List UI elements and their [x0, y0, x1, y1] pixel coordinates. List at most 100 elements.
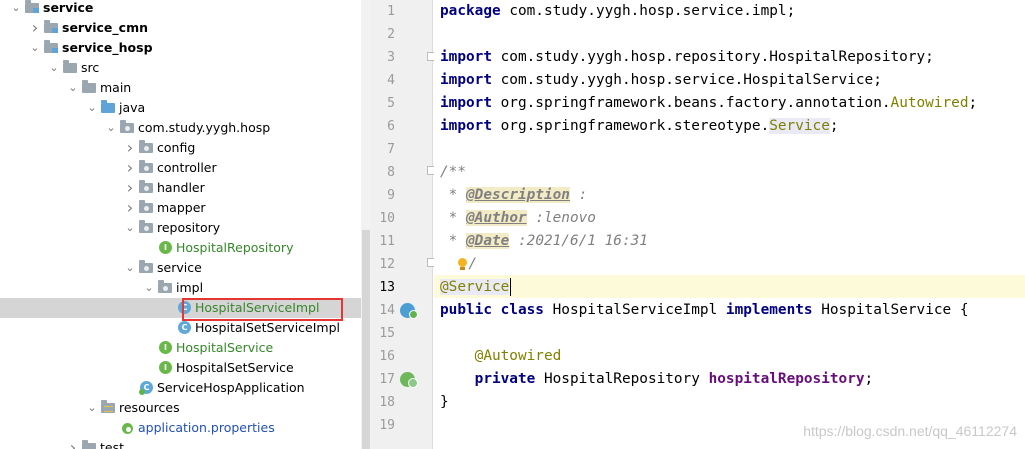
editor-gutter: 1 2 3 4 5 6 7 8 9 10 11 12 13 14 15 16 1…: [371, 0, 436, 449]
code-editor[interactable]: package com.study.yygh.hosp.service.impl…: [434, 0, 1025, 449]
line-number: 2: [387, 27, 395, 42]
tree-item[interactable]: ⌄ service_hosp: [0, 38, 361, 58]
tree-item[interactable]: › handler: [0, 178, 361, 198]
chevron-right-icon[interactable]: ›: [124, 138, 136, 158]
line-number: 14: [379, 303, 395, 318]
tree-scrollbar[interactable]: [361, 0, 371, 449]
chevron-down-icon[interactable]: ⌄: [10, 0, 22, 18]
chevron-right-icon[interactable]: ›: [124, 198, 136, 218]
package-icon: [139, 220, 154, 235]
properties-file-icon: [120, 421, 135, 435]
tree-item[interactable]: ⌄ service: [0, 258, 361, 278]
tree-item[interactable]: ⌄ com.study.yygh.hosp: [0, 118, 361, 138]
tree-item[interactable]: I HospitalSetService: [0, 358, 361, 378]
chevron-right-icon[interactable]: ›: [29, 18, 41, 38]
tree-item-label: HospitalRepository: [176, 240, 294, 255]
package-icon: [120, 120, 135, 135]
chevron-down-icon[interactable]: ⌄: [86, 398, 98, 418]
module-folder-icon: [44, 40, 59, 55]
tree-item-label: HospitalSetServiceImpl: [195, 320, 340, 335]
line-number: 1: [387, 4, 395, 19]
package-icon: [139, 200, 154, 215]
line-number: 10: [379, 211, 395, 226]
tree-item[interactable]: ⌄ main: [0, 78, 361, 98]
autowired-bean-icon[interactable]: [400, 372, 418, 388]
tree-item-label: service_hosp: [62, 40, 153, 55]
doc-text: :lenovo: [526, 210, 596, 226]
keyword: import: [440, 72, 492, 88]
folder-icon: [63, 60, 78, 75]
code-line-5: import org.springframework.beans.factory…: [440, 92, 977, 115]
tree-item-label: mapper: [157, 200, 206, 215]
class-icon: C: [177, 321, 192, 335]
class-name: HospitalServiceImpl: [543, 302, 726, 318]
tree-item[interactable]: I HospitalService: [0, 338, 361, 358]
tree-item[interactable]: C ServiceHospApplication: [0, 378, 361, 398]
tree-item[interactable]: ⌄ resources: [0, 398, 361, 418]
module-folder-icon: [25, 0, 40, 15]
tree-item[interactable]: ⌄ repository: [0, 218, 361, 238]
folder-icon: [82, 440, 97, 449]
tree-item[interactable]: › test: [0, 438, 361, 449]
interface-icon: I: [158, 361, 173, 375]
annotation-name: Autowired: [890, 95, 969, 111]
chevron-right-icon[interactable]: ›: [124, 158, 136, 178]
tree-item[interactable]: I HospitalRepository: [0, 238, 361, 258]
watermark: https://blog.csdn.net/qq_46112274: [803, 423, 1017, 439]
intention-bulb-icon[interactable]: [457, 257, 468, 271]
interface-icon: I: [158, 341, 173, 355]
tree-item[interactable]: application.properties: [0, 418, 361, 438]
chevron-down-icon[interactable]: ⌄: [105, 118, 117, 138]
tree-item[interactable]: › config: [0, 138, 361, 158]
line-number: 9: [387, 188, 395, 203]
tree-item-label: HospitalService: [176, 340, 274, 355]
doc-end: /: [468, 256, 477, 272]
line-number: 12: [379, 257, 395, 272]
code-line-11: * @Date :2021/6/1 16:31: [440, 230, 648, 253]
folder-icon: [82, 80, 97, 95]
code-line-4: import com.study.yygh.hosp.service.Hospi…: [440, 69, 882, 92]
chevron-down-icon[interactable]: ⌄: [143, 278, 155, 298]
module-folder-icon: [44, 20, 59, 35]
chevron-down-icon[interactable]: ⌄: [124, 218, 136, 238]
chevron-right-icon[interactable]: ›: [124, 178, 136, 198]
tree-item[interactable]: ⌄ java: [0, 98, 361, 118]
code-line-13: @Service: [440, 276, 512, 299]
line-number: 15: [379, 326, 395, 341]
line-number: 19: [379, 418, 395, 433]
chevron-right-icon[interactable]: ›: [67, 438, 79, 449]
tree-item[interactable]: ⌄ src: [0, 58, 361, 78]
javadoc-tag: @Date: [466, 233, 510, 249]
tree-item[interactable]: ⌄ impl: [0, 278, 361, 298]
tree-scrollbar-thumb[interactable]: [362, 230, 370, 449]
chevron-down-icon[interactable]: ⌄: [67, 78, 79, 98]
implements-marker-icon[interactable]: [400, 303, 418, 319]
tree-item-label: service_cmn: [62, 20, 148, 35]
chevron-down-icon[interactable]: ⌄: [29, 38, 41, 58]
line-number: 17: [379, 372, 395, 387]
tree-item-label: repository: [157, 220, 221, 235]
project-tree[interactable]: ⌄ service › service_cmn ⌄ service_hosp ⌄ src ⌄ ma…: [0, 0, 361, 449]
chevron-down-icon[interactable]: ⌄: [48, 58, 60, 78]
tree-item-label: main: [100, 80, 132, 95]
keyword: implements: [725, 302, 813, 318]
code-line-12: /: [440, 253, 477, 276]
doc-prefix: *: [440, 210, 466, 226]
line-number: 11: [379, 234, 395, 249]
tree-item[interactable]: › controller: [0, 158, 361, 178]
selection-highlight-box: [182, 298, 343, 321]
tree-item[interactable]: ⌄ service: [0, 0, 361, 18]
doc-text: :: [569, 187, 588, 203]
keyword: package: [440, 3, 501, 19]
tree-item[interactable]: › service_cmn: [0, 18, 361, 38]
type-name: HospitalRepository: [535, 371, 709, 387]
tree-item[interactable]: › mapper: [0, 198, 361, 218]
line-number: 4: [387, 73, 395, 88]
package-path: com.study.yygh.hosp.service.impl;: [500, 3, 796, 19]
chevron-down-icon[interactable]: ⌄: [86, 98, 98, 118]
semicolon: ;: [968, 95, 978, 111]
doc-prefix: *: [440, 233, 466, 249]
tree-item[interactable]: C HospitalSetServiceImpl: [0, 318, 361, 338]
tree-item-label: java: [119, 100, 146, 115]
chevron-down-icon[interactable]: ⌄: [124, 258, 136, 278]
